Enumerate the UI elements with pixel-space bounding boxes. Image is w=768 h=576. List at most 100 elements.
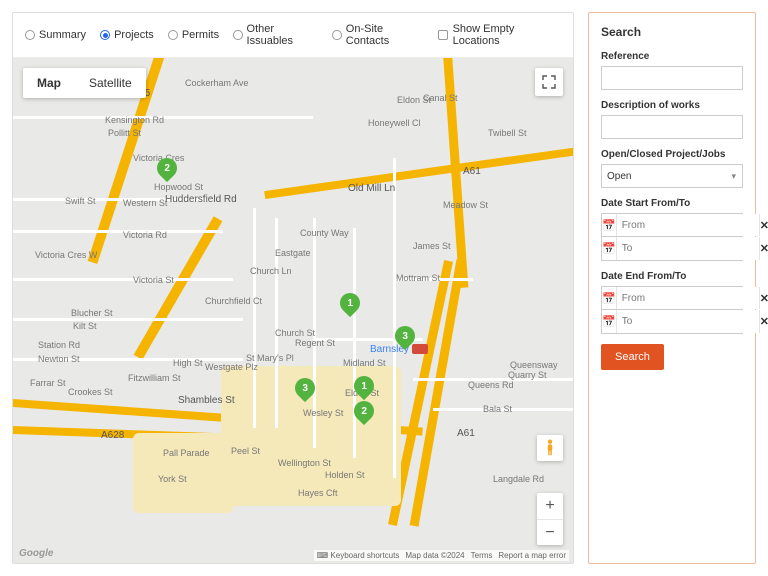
road-label: High St	[173, 358, 203, 368]
road-label: Eastgate	[275, 248, 311, 258]
description-label: Description of works	[601, 100, 743, 111]
road-label: Holden St	[325, 470, 365, 480]
clear-icon[interactable]: ✕	[759, 214, 768, 236]
map-marker[interactable]: 3	[395, 326, 415, 354]
search-panel: Search Reference Description of works Op…	[588, 12, 756, 564]
road-label: Mottram St	[396, 273, 440, 283]
road-label: Newton St	[38, 354, 80, 364]
road-label: Pollitt St	[108, 128, 141, 138]
description-input[interactable]	[601, 115, 743, 139]
filter-projects[interactable]: Projects	[100, 23, 154, 47]
road-label: Wesley St	[303, 408, 343, 418]
streetview-pegman[interactable]	[537, 435, 563, 461]
road-label: St Mary's Pl	[246, 353, 294, 363]
filter-onsite-contacts[interactable]: On-Site Contacts	[332, 23, 424, 47]
road-label: Church Ln	[250, 266, 292, 276]
filter-label: Permits	[182, 29, 219, 41]
clear-icon[interactable]: ✕	[759, 237, 768, 260]
road-label: Honeywell Cl	[368, 118, 421, 128]
road-label: Victoria St	[133, 275, 174, 285]
road-label: Church St	[275, 328, 315, 338]
road-label: Blucher St	[71, 308, 113, 318]
filter-label: Other Issuables	[247, 23, 319, 47]
keyboard-shortcuts-link[interactable]: ⌨ Keyboard shortcuts	[317, 551, 400, 560]
road-label: Farrar St	[30, 378, 66, 388]
road-label: Pall Parade	[163, 448, 210, 458]
calendar-icon: 📅	[602, 214, 617, 236]
calendar-icon: 📅	[602, 310, 617, 333]
zoom-in-button[interactable]: +	[537, 493, 563, 519]
map-marker[interactable]: 3	[295, 378, 315, 406]
map-data-text: Map data ©2024	[405, 551, 464, 560]
clear-icon[interactable]: ✕	[759, 287, 768, 309]
date-start-to-input[interactable]	[617, 237, 759, 260]
map-type-map[interactable]: Map	[23, 68, 75, 98]
google-logo: Google	[19, 548, 53, 559]
checkbox-label: Show Empty Locations	[453, 23, 561, 47]
map-panel: Summary Projects Permits Other Issuables…	[12, 12, 574, 564]
road-label: A61	[457, 428, 475, 439]
road-label: Cockerham Ave	[185, 78, 248, 88]
road-label: Crookes St	[68, 387, 113, 397]
road-label: Station Rd	[38, 340, 80, 350]
road-label: Kensington Rd	[105, 115, 164, 125]
road-label: James St	[413, 241, 451, 251]
road-label: Western St	[123, 198, 167, 208]
radio-icon	[168, 30, 178, 40]
map-marker[interactable]: 2	[157, 158, 177, 186]
date-end-from-row: 📅 ✕	[601, 286, 743, 310]
fullscreen-icon	[542, 75, 556, 89]
road-label: Peel St	[231, 446, 260, 456]
map-type-satellite[interactable]: Satellite	[75, 68, 146, 98]
road-label: Victoria Rd	[123, 230, 167, 240]
road-label: Bala St	[483, 404, 512, 414]
date-end-to-input[interactable]	[617, 310, 759, 333]
road-label: Eldon St	[397, 95, 431, 105]
zoom-out-button[interactable]: −	[537, 519, 563, 545]
road-label: Meadow St	[443, 200, 488, 210]
map-marker[interactable]: 1	[340, 293, 360, 321]
date-start-from-input[interactable]	[617, 214, 759, 236]
radio-icon	[233, 30, 242, 40]
road-label: Regent St	[295, 338, 335, 348]
date-end-from-input[interactable]	[617, 287, 759, 309]
road-label: Quarry St	[508, 370, 547, 380]
reference-input[interactable]	[601, 66, 743, 90]
filter-label: Summary	[39, 29, 86, 41]
openclosed-select[interactable]: Open	[601, 164, 743, 188]
openclosed-label: Open/Closed Project/Jobs	[601, 149, 743, 160]
filter-permits[interactable]: Permits	[168, 23, 219, 47]
map[interactable]: Cockerham AveKensington RdPollitt StTwib…	[13, 58, 573, 563]
road-label: Queens Rd	[468, 380, 514, 390]
terms-link[interactable]: Terms	[471, 551, 493, 560]
road-label: County Way	[300, 228, 349, 238]
map-marker[interactable]: 2	[354, 401, 374, 429]
map-attribution: ⌨ Keyboard shortcuts Map data ©2024 Term…	[314, 550, 569, 561]
date-start-from-row: 📅 ✕	[601, 213, 743, 237]
map-surface[interactable]: Cockerham AveKensington RdPollitt StTwib…	[13, 58, 573, 563]
road-label: Shambles St	[178, 395, 235, 406]
road-label: A628	[101, 430, 124, 441]
road-label: Kilt St	[73, 321, 97, 331]
date-start-label: Date Start From/To	[601, 198, 743, 209]
radio-icon	[100, 30, 110, 40]
filter-radio-group: Summary Projects Permits Other Issuables…	[25, 23, 424, 47]
road-label: Old Mill Ln	[348, 183, 395, 194]
show-empty-locations-toggle[interactable]: Show Empty Locations	[438, 23, 561, 47]
calendar-icon: 📅	[602, 237, 617, 260]
road-label: Swift St	[65, 196, 96, 206]
filter-other-issuables[interactable]: Other Issuables	[233, 23, 318, 47]
road-label: Hayes Cft	[298, 488, 338, 498]
road-label: Wellington St	[278, 458, 331, 468]
filter-summary[interactable]: Summary	[25, 23, 86, 47]
search-button[interactable]: Search	[601, 344, 664, 370]
calendar-icon: 📅	[602, 287, 617, 309]
road-label: Victoria Cres W	[35, 250, 97, 260]
clear-icon[interactable]: ✕	[759, 310, 768, 333]
road-label: York St	[158, 474, 187, 484]
filter-label: On-Site Contacts	[346, 23, 424, 47]
fullscreen-button[interactable]	[535, 68, 563, 96]
radio-icon	[25, 30, 35, 40]
road-label: Fitzwilliam St	[128, 373, 181, 383]
report-error-link[interactable]: Report a map error	[498, 551, 566, 560]
